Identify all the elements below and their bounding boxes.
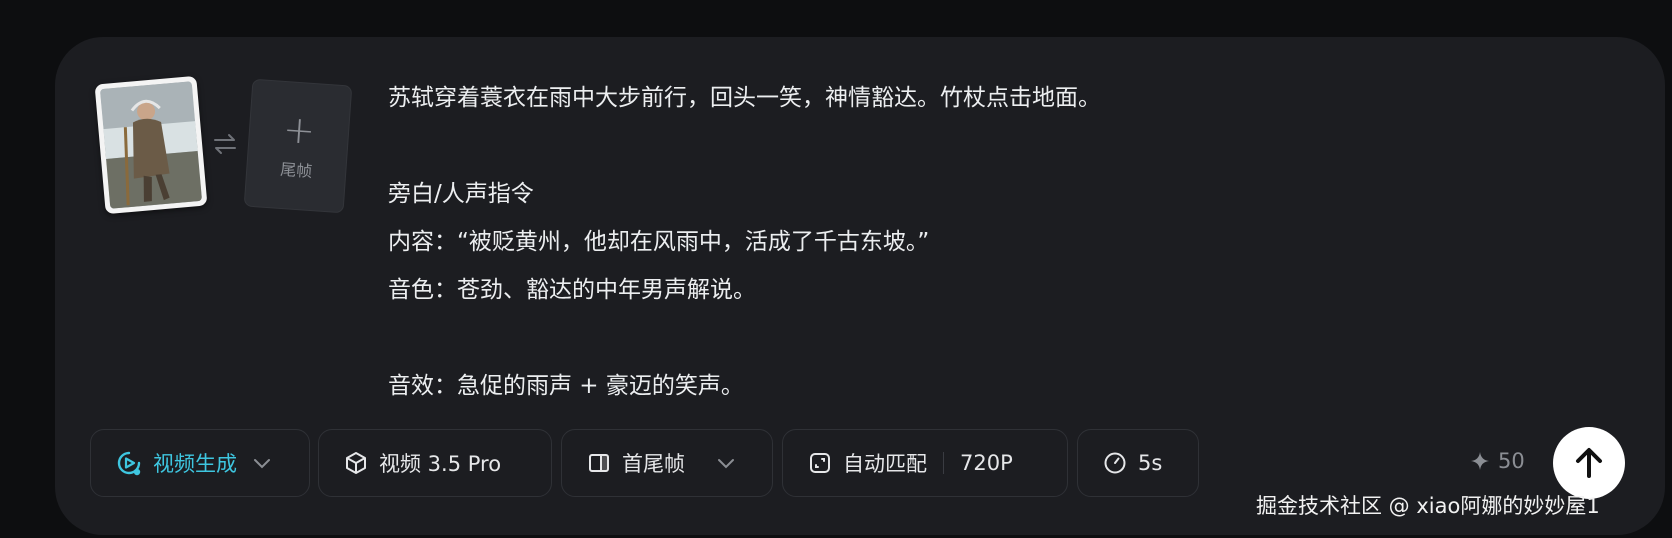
frames-icon xyxy=(589,454,609,472)
duration-select[interactable]: 5s xyxy=(1077,429,1199,497)
video-generate-icon xyxy=(117,451,141,476)
prompt-line: 内容：“被贬黄州，他却在风雨中，活成了千古东坡。” xyxy=(388,229,930,255)
aspect-ratio-icon xyxy=(810,453,830,473)
first-frame-image xyxy=(99,81,203,209)
model-label: 视频 3.5 Pro xyxy=(379,452,502,476)
prompt-line xyxy=(388,122,1568,170)
chevron-down-icon xyxy=(254,459,270,469)
cube-icon xyxy=(346,452,366,474)
credits-value: 50 xyxy=(1498,449,1525,473)
submit-button[interactable] xyxy=(1553,427,1625,499)
mode-select[interactable]: 视频生成 xyxy=(90,429,310,497)
prompt-line: 音色：苍劲、豁达的中年男声解说。 xyxy=(388,277,756,303)
clock-icon xyxy=(1104,452,1126,474)
arrow-up-icon xyxy=(1576,448,1602,478)
frame-mode-select[interactable]: 首尾帧 xyxy=(561,429,773,497)
model-select[interactable]: 视频 3.5 Pro xyxy=(318,429,552,497)
swap-frames-icon[interactable] xyxy=(212,132,238,156)
mode-label: 视频生成 xyxy=(153,452,237,476)
prompt-line: 旁白/人声指令 xyxy=(388,181,534,207)
prompt-input[interactable]: 苏轼穿着蓑衣在雨中大步前行，回头一笑，神情豁达。竹杖点击地面。 旁白/人声指令 … xyxy=(388,74,1568,410)
resolution-label: 720P xyxy=(960,451,1013,475)
credits-cost: 50 xyxy=(1470,449,1525,473)
prompt-line xyxy=(388,314,1568,362)
last-frame-label: 尾帧 xyxy=(279,159,313,182)
add-icon: + xyxy=(281,106,317,154)
chevron-down-icon xyxy=(718,459,734,469)
duration-label: 5s xyxy=(1138,451,1163,475)
sparkle-icon xyxy=(1471,452,1489,470)
divider xyxy=(943,452,944,474)
ratio-label: 自动匹配 xyxy=(843,452,927,476)
ratio-resolution-select[interactable]: 自动匹配 720P xyxy=(782,429,1068,497)
watermark: 掘金技术社区 @ xiao阿娜的妙妙屋1 xyxy=(1256,494,1600,518)
prompt-line: 苏轼穿着蓑衣在雨中大步前行，回头一笑，神情豁达。竹杖点击地面。 xyxy=(388,85,1101,111)
first-frame-thumbnail[interactable] xyxy=(94,75,208,215)
prompt-line: 音效：急促的雨声 + 豪迈的笑声。 xyxy=(388,373,744,399)
frame-mode-label: 首尾帧 xyxy=(622,452,685,476)
last-frame-upload[interactable]: + 尾帧 xyxy=(243,78,353,214)
